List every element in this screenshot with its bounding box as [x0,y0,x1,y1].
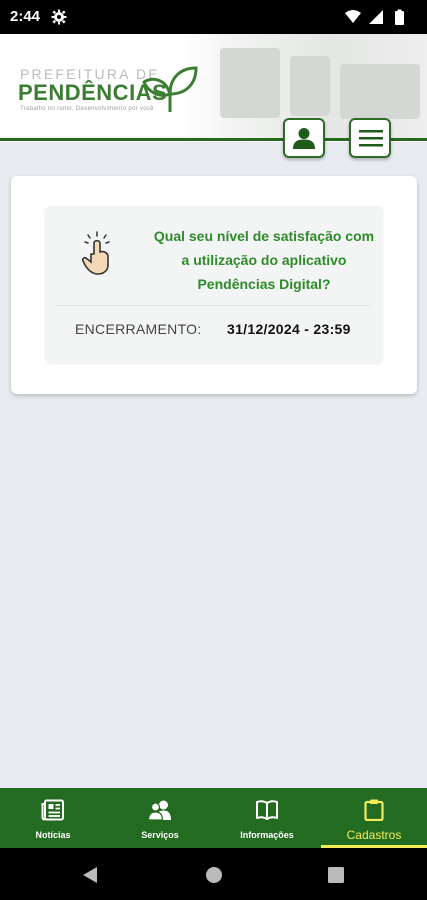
closing-datetime: 31/12/2024 - 23:59 [227,321,351,337]
system-navigation-bar [0,848,427,900]
profile-button[interactable] [283,118,325,158]
leaf-logo-icon [142,66,198,112]
bottom-navigation: Notícias Serviços Informações Cadastros [0,788,427,848]
settings-gear-icon [51,9,67,25]
battery-icon [395,11,404,25]
nav-item-cadastros[interactable]: Cadastros [321,788,427,848]
survey-card: Qual seu nível de satisfação com a utili… [11,176,417,394]
wifi-icon [345,10,361,23]
nav-label-cadastros: Cadastros [346,828,402,842]
status-bar: 2:44 [0,0,427,34]
nav-label-servicos: Serviços [141,830,179,840]
survey-item[interactable]: Qual seu nível de satisfação com a utili… [45,206,383,363]
closing-label: ENCERRAMENTO: [75,321,202,337]
back-icon[interactable] [82,866,98,884]
nav-label-noticias: Notícias [35,830,71,840]
home-icon[interactable] [205,866,223,884]
newspaper-icon [41,799,64,821]
nav-item-informacoes[interactable]: Informações [214,788,320,848]
recents-icon[interactable] [328,867,344,883]
system-status-icons [345,9,404,25]
signal-icon [369,10,383,24]
survey-question: Qual seu nível de satisfação com a utili… [153,228,375,292]
nav-item-noticias[interactable]: Notícias [0,788,106,848]
menu-button[interactable] [349,118,391,158]
clipboard-icon [364,799,384,821]
status-time: 2:44 [10,8,41,25]
people-icon [148,800,171,821]
logo-tagline: Trabalho no rumo, Desenvolvimento por vo… [20,106,154,112]
user-icon [293,128,315,149]
book-icon [256,800,278,820]
hand-tap-icon [81,231,110,275]
hamburger-menu-icon [359,130,383,147]
nav-item-servicos[interactable]: Serviços [107,788,213,848]
survey-divider [57,305,371,306]
nav-label-informacoes: Informações [240,830,294,840]
